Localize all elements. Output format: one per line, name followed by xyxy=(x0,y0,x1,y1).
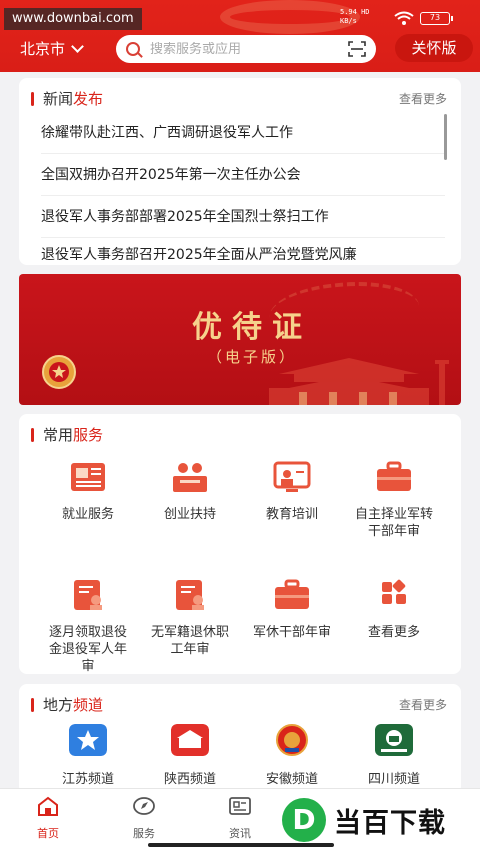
services-title-highlight: 服务 xyxy=(73,426,104,444)
download-site-watermark: D 当百下载 xyxy=(282,796,478,844)
anhui-emblem-icon xyxy=(276,724,308,756)
title-accent-bar xyxy=(31,427,34,442)
search-icon xyxy=(126,42,140,56)
service-education[interactable]: 教育培训 xyxy=(241,460,343,568)
service-label: 查看更多 xyxy=(367,625,420,640)
status-bar: www.downbai.com 5.94 HD KB/s 73 xyxy=(0,6,480,32)
document-person-icon xyxy=(176,580,204,610)
tab-label: 服务 xyxy=(133,827,155,840)
scan-icon[interactable] xyxy=(348,41,366,57)
document-person-icon xyxy=(74,580,102,610)
service-label: 教育培训 xyxy=(265,507,318,522)
service-entrepreneurship[interactable]: 创业扶持 xyxy=(139,460,241,568)
care-mode-button[interactable]: 关怀版 xyxy=(395,34,473,62)
news-item[interactable]: 徐耀带队赴江西、广西调研退役军人工作 xyxy=(41,112,445,154)
tab-services[interactable]: 服务 xyxy=(114,795,174,841)
battery-level: 73 xyxy=(429,13,441,22)
local-section-title: 地方 频道 xyxy=(31,694,103,715)
service-label: 无军籍退休职工年审 xyxy=(150,625,229,657)
local-channel-card: 地方 频道 查看更多 江苏频道 陕西频道 安徽频道 四川频道 xyxy=(19,684,461,794)
services-section-title: 常用 服务 xyxy=(31,424,103,445)
service-label: 逐月领取退役金退役军人年审 xyxy=(48,625,127,674)
briefcase-icon xyxy=(275,579,309,609)
news-card: 新闻 发布 查看更多 徐耀带队赴江西、广西调研退役军人工作 全国双拥办召开2025… xyxy=(19,78,461,265)
news-item[interactable]: 退役军人事务部召开2025年全面从严治党暨党风廉 xyxy=(41,238,445,260)
sichuan-logo-icon xyxy=(375,724,413,756)
top-bar: 北京市 关怀版 xyxy=(0,34,480,64)
watermark-text: 当百下载 xyxy=(334,807,446,839)
shaanxi-logo-icon xyxy=(171,724,209,756)
newspaper-icon xyxy=(71,463,105,491)
battery-icon: 73 xyxy=(420,12,453,25)
city-selector[interactable]: 北京市 xyxy=(20,38,84,60)
service-cadre-review[interactable]: 自主择业军转干部年审 xyxy=(343,460,445,568)
search-box[interactable] xyxy=(116,35,376,63)
tab-label: 首页 xyxy=(37,827,59,840)
service-label: 自主择业军转干部年审 xyxy=(354,507,433,539)
common-services-card: 常用 服务 就业服务 创业扶持 教育培训 自主择业军转干部年审 逐月领取退役金退… xyxy=(19,414,461,674)
services-grid: 就业服务 创业扶持 教育培训 自主择业军转干部年审 逐月领取退役金退役军人年审 … xyxy=(37,460,445,674)
net-type: HD xyxy=(361,8,370,16)
local-title-highlight: 频道 xyxy=(73,696,104,714)
service-retired-staff-review[interactable]: 无军籍退休职工年审 xyxy=(139,578,241,674)
banner-title: 优待证 xyxy=(192,310,312,345)
news-section-title: 新闻 发布 xyxy=(31,88,103,109)
jiangsu-logo-icon xyxy=(69,724,107,756)
channel-anhui[interactable]: 安徽频道 xyxy=(241,724,343,787)
watermark-logo: D xyxy=(282,798,326,842)
site-watermark: www.downbai.com xyxy=(4,8,142,30)
channel-label: 安徽频道 xyxy=(265,772,318,787)
teaching-board-icon xyxy=(273,461,311,492)
news-list: 徐耀带队赴江西、广西调研退役军人工作 全国双拥办召开2025年第一次主任办公会 … xyxy=(19,112,461,260)
local-channel-row: 江苏频道 陕西频道 安徽频道 四川频道 xyxy=(37,724,445,787)
services-title-plain: 常用 xyxy=(43,426,74,444)
compass-icon xyxy=(133,797,155,815)
news-item[interactable]: 退役军人事务部部署2025年全国烈士祭扫工作 xyxy=(41,196,445,238)
title-accent-bar xyxy=(31,91,34,106)
preferential-card-banner[interactable]: 优待证 （电子版） xyxy=(19,274,461,405)
service-military-retiree-review[interactable]: 军休干部年审 xyxy=(241,578,343,674)
national-emblem-icon xyxy=(42,355,76,389)
service-monthly-pension-review[interactable]: 逐月领取退役金退役军人年审 xyxy=(37,578,139,674)
channel-shaanxi[interactable]: 陕西频道 xyxy=(139,724,241,787)
news-icon xyxy=(229,797,251,815)
home-icon xyxy=(38,796,58,816)
service-label: 创业扶持 xyxy=(163,507,216,522)
tiananmen-illustration-icon xyxy=(269,358,449,405)
service-view-more[interactable]: 查看更多 xyxy=(343,578,445,674)
city-label: 北京市 xyxy=(20,40,66,58)
app-header: www.downbai.com 5.94 HD KB/s 73 北京市 搜索服务… xyxy=(0,0,480,72)
briefcase-icon xyxy=(377,461,411,491)
service-label: 就业服务 xyxy=(61,507,114,522)
news-scrollbar[interactable] xyxy=(444,114,447,160)
tab-news[interactable]: 资讯 xyxy=(210,795,270,841)
news-more-link[interactable]: 查看更多 xyxy=(399,90,447,107)
local-title-plain: 地方 xyxy=(43,696,74,714)
news-title-highlight: 发布 xyxy=(73,90,104,108)
channel-sichuan[interactable]: 四川频道 xyxy=(343,724,445,787)
channel-jiangsu[interactable]: 江苏频道 xyxy=(37,724,139,787)
news-title-plain: 新闻 xyxy=(43,90,74,108)
tab-label: 资讯 xyxy=(229,827,251,840)
presenter-icon xyxy=(173,463,207,492)
search-input[interactable] xyxy=(150,41,320,57)
tab-home[interactable]: 首页 xyxy=(18,795,78,841)
wifi-icon xyxy=(394,11,414,25)
service-label: 军休干部年审 xyxy=(252,625,331,640)
chevron-down-icon xyxy=(71,40,84,53)
net-speed-value: 5.94 xyxy=(340,8,357,16)
net-speed-unit: KB/s xyxy=(340,17,357,25)
grid-more-icon xyxy=(382,579,406,604)
channel-label: 四川频道 xyxy=(367,772,420,787)
local-more-link[interactable]: 查看更多 xyxy=(399,696,447,713)
news-item[interactable]: 全国双拥办召开2025年第一次主任办公会 xyxy=(41,154,445,196)
service-employment[interactable]: 就业服务 xyxy=(37,460,139,568)
title-accent-bar xyxy=(31,697,34,712)
channel-label: 陕西频道 xyxy=(163,772,216,787)
net-speed: 5.94 HD KB/s xyxy=(340,8,370,26)
channel-label: 江苏频道 xyxy=(61,772,114,787)
